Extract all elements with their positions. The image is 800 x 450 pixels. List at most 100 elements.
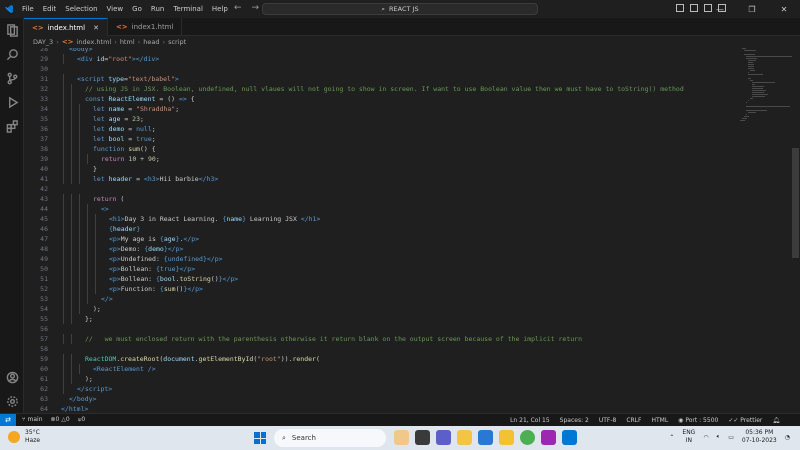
file-explorer-icon[interactable]: [457, 430, 472, 445]
chrome-icon[interactable]: [520, 430, 535, 445]
close-window-icon[interactable]: ✕: [768, 0, 800, 18]
code-line[interactable]: 59 ReactDOM.createRoot(document.getElemen…: [24, 354, 744, 364]
code-line[interactable]: 60 <ReactElement />: [24, 364, 744, 374]
code-line[interactable]: 39 return 10 + 90;: [24, 154, 744, 164]
code-line[interactable]: 57 // we must enclosed return with the pa…: [24, 334, 744, 344]
settings-gear-icon[interactable]: [0, 389, 24, 413]
extensions-icon[interactable]: [0, 114, 24, 138]
code-editor[interactable]: 28 <body> 29 <div id="root"></div> 30 31 <scri…: [24, 48, 800, 413]
weather-widget[interactable]: 35°C Haze: [8, 429, 40, 445]
search-icon[interactable]: [0, 42, 24, 66]
menu-selection[interactable]: Selection: [65, 5, 97, 13]
code-line[interactable]: 35 let age = 23;: [24, 114, 744, 124]
code-line[interactable]: 54);: [24, 304, 744, 314]
code-line[interactable]: 64 </html>: [24, 404, 744, 413]
minimize-icon[interactable]: —: [704, 0, 736, 18]
code-line[interactable]: 56: [24, 324, 744, 334]
live-server-port[interactable]: ◉ Port : 5500: [678, 417, 718, 424]
teams-icon[interactable]: [436, 430, 451, 445]
code-line[interactable]: 48 <p>Demo: {demo}</p>: [24, 244, 744, 254]
code-line[interactable]: 43 return (: [24, 194, 744, 204]
menu-view[interactable]: View: [107, 5, 124, 13]
forward-arrow-icon[interactable]: →: [252, 3, 260, 13]
line-ending[interactable]: CRLF: [626, 417, 641, 424]
menu-go[interactable]: Go: [132, 5, 142, 13]
language-mode[interactable]: HTML: [651, 417, 668, 424]
vertical-scrollbar[interactable]: [792, 148, 799, 258]
task-view-icon[interactable]: [415, 430, 430, 445]
encoding[interactable]: UTF-8: [599, 417, 617, 424]
command-center[interactable]: ⌕ REACT JS: [262, 3, 538, 15]
code-line[interactable]: 53 </>: [24, 294, 744, 304]
code-line[interactable]: 61);: [24, 374, 744, 384]
source-control-icon[interactable]: [0, 66, 24, 90]
indentation[interactable]: Spaces: 2: [560, 417, 589, 424]
ports-indicator[interactable]: ⍦0: [78, 416, 85, 424]
widgets-app-icon[interactable]: [394, 430, 409, 445]
explorer-icon[interactable]: [0, 18, 24, 42]
wifi-icon[interactable]: ◠: [703, 434, 708, 441]
code-line[interactable]: 34 let name = "Shraddha";: [24, 104, 744, 114]
code-line[interactable]: 51 <p>Bollean: {bool.toString()}</p>: [24, 274, 744, 284]
menu-file[interactable]: File: [22, 5, 34, 13]
account-icon[interactable]: [0, 365, 24, 389]
close-tab-icon[interactable]: ✕: [93, 24, 99, 32]
menu-run[interactable]: Run: [151, 5, 164, 13]
notification-center-icon[interactable]: ◔: [785, 434, 790, 441]
tab-index1-html[interactable]: <> index1.html: [108, 18, 183, 36]
code-line[interactable]: 33 const ReactElement = () => {: [24, 94, 744, 104]
code-line[interactable]: 29 <div id="root"></div>: [24, 54, 744, 64]
code-line[interactable]: 45 <h1>Day 3 in React Learning. {name} Le…: [24, 214, 744, 224]
language-indicator[interactable]: ENG IN: [682, 429, 695, 445]
breadcrumb-script[interactable]: script: [168, 38, 186, 46]
chevron-up-icon[interactable]: ⌃: [669, 434, 674, 441]
breadcrumb-html[interactable]: html: [120, 38, 135, 46]
code-line[interactable]: 41 let header = <h3>Hii barbie</h3>: [24, 174, 744, 184]
git-branch[interactable]: ⑂ main: [22, 416, 43, 424]
breadcrumb-folder[interactable]: DAY_3: [33, 38, 53, 46]
back-arrow-icon[interactable]: ←: [234, 3, 242, 13]
code-line[interactable]: 58: [24, 344, 744, 354]
remote-indicator-icon[interactable]: ⇄: [0, 413, 16, 427]
code-line[interactable]: 63 </body>: [24, 394, 744, 404]
code-line[interactable]: 38 function sum() {: [24, 144, 744, 154]
code-line[interactable]: 36 let demo = null;: [24, 124, 744, 134]
clock[interactable]: 05:36 PM 07-10-2023: [742, 429, 777, 445]
menu-edit[interactable]: Edit: [43, 5, 57, 13]
problems-indicator[interactable]: ⊗0 △0: [51, 416, 70, 424]
code-line[interactable]: 46 {header}: [24, 224, 744, 234]
code-line[interactable]: 30: [24, 64, 744, 74]
code-line[interactable]: 47 <p>My age is {age}.</p>: [24, 234, 744, 244]
menu-terminal[interactable]: Terminal: [173, 5, 203, 13]
toggle-sidebar-icon[interactable]: [676, 4, 684, 12]
code-line[interactable]: 31 <script type="text/babel">: [24, 74, 744, 84]
sticky-notes-icon[interactable]: [499, 430, 514, 445]
restore-icon[interactable]: ❐: [736, 0, 768, 18]
code-line[interactable]: 37 let bool = true;: [24, 134, 744, 144]
tab-index-html[interactable]: <> index.html ✕: [24, 18, 108, 36]
toggle-panel-icon[interactable]: [690, 4, 698, 12]
code-line[interactable]: 55};: [24, 314, 744, 324]
code-line[interactable]: 62 </script>: [24, 384, 744, 394]
code-line[interactable]: 32 // using JS in JSX. Boolean, undefined…: [24, 84, 744, 94]
app-icon[interactable]: [541, 430, 556, 445]
taskbar-search[interactable]: ⌕ Search: [274, 429, 386, 447]
code-line[interactable]: 52 <p>Function: {sum()}</p>: [24, 284, 744, 294]
code-line[interactable]: 49 <p>Undefined: {undefined}</p>: [24, 254, 744, 264]
cursor-position[interactable]: Ln 21, Col 15: [510, 417, 550, 424]
run-debug-icon[interactable]: [0, 90, 24, 114]
code-line[interactable]: 42: [24, 184, 744, 194]
breadcrumb-head[interactable]: head: [143, 38, 159, 46]
vscode-taskbar-icon[interactable]: [562, 430, 577, 445]
menu-help[interactable]: Help: [212, 5, 228, 13]
battery-icon[interactable]: ▭: [728, 434, 734, 441]
code-line[interactable]: 50 <p>Bollean: {true}</p>: [24, 264, 744, 274]
volume-icon[interactable]: 🔈︎: [717, 433, 721, 441]
breadcrumb-file[interactable]: index.html: [77, 38, 112, 46]
mail-icon[interactable]: [478, 430, 493, 445]
windows-start-icon[interactable]: [254, 432, 266, 444]
code-line[interactable]: 44 <>: [24, 204, 744, 214]
prettier-status[interactable]: ✓✓ Prettier: [728, 417, 762, 424]
notifications-bell-icon[interactable]: 🔔︎: [772, 417, 780, 424]
minimap[interactable]: [740, 48, 792, 128]
